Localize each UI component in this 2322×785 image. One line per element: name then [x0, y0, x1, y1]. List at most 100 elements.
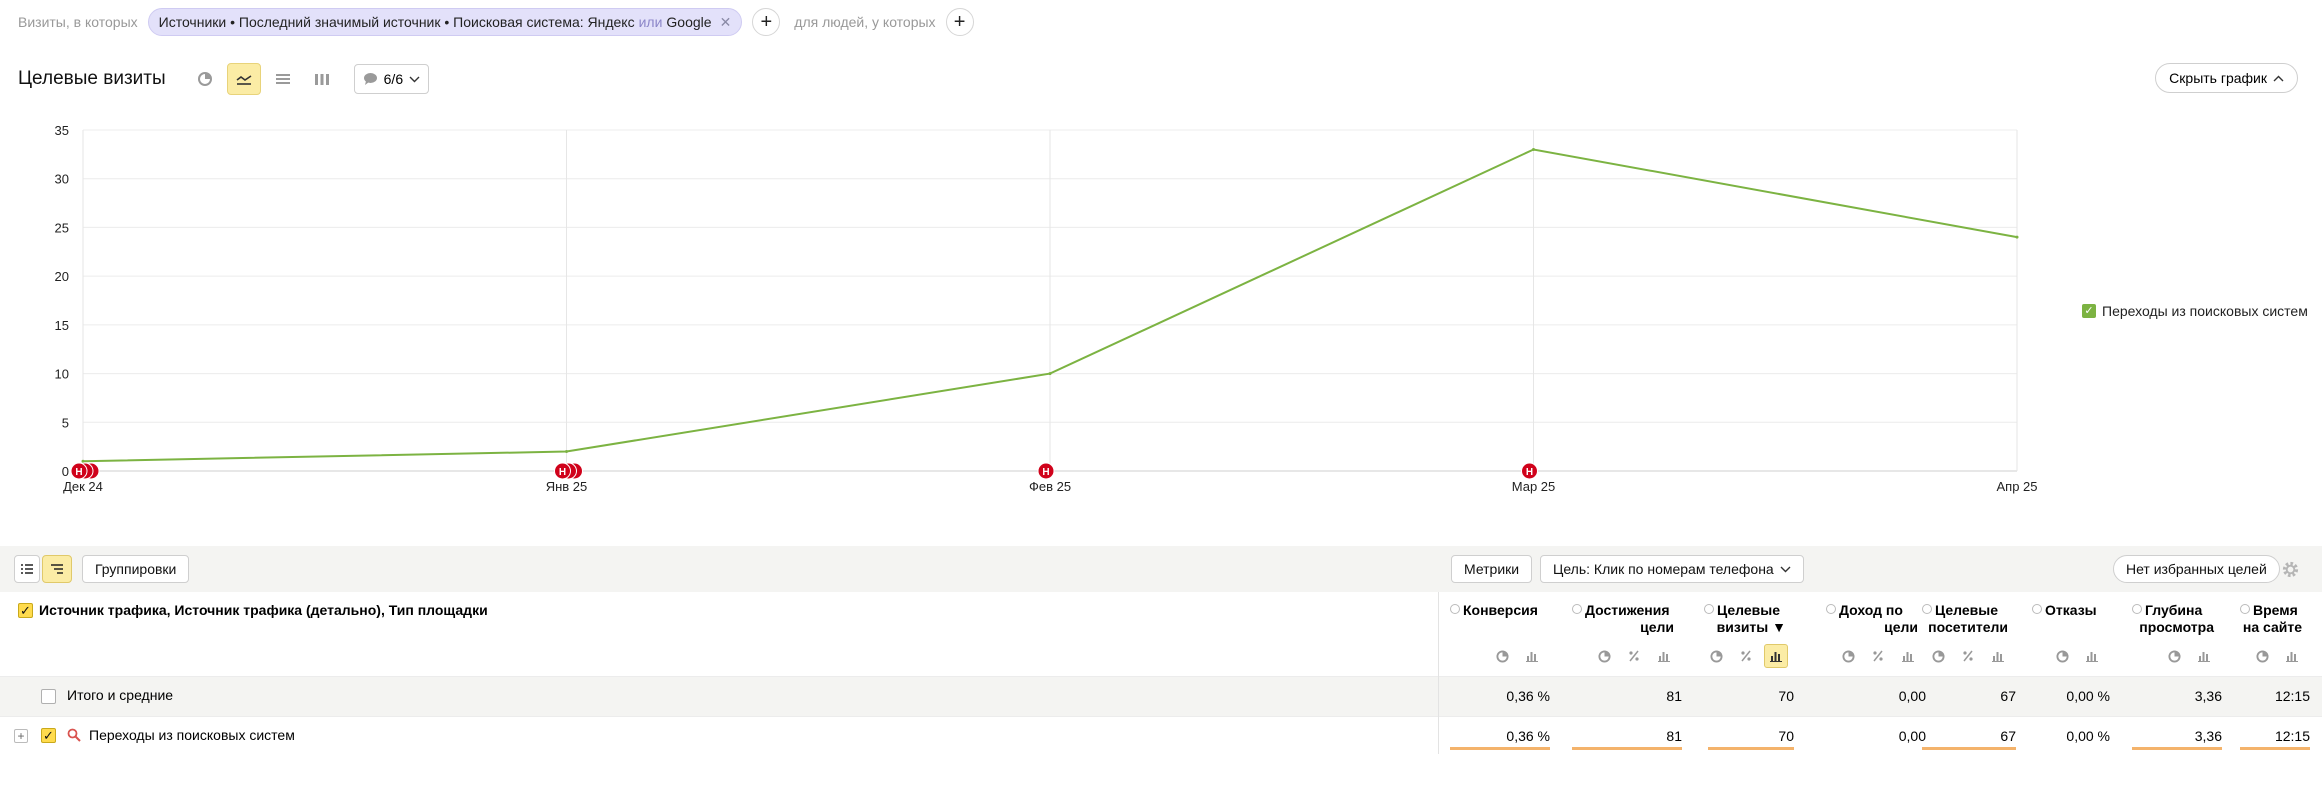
annotation-label: Н: [559, 467, 566, 478]
metric-header-line2: визиты ▼: [1716, 619, 1786, 635]
close-icon[interactable]: ✕: [720, 14, 732, 31]
metric-share-bar: [2240, 747, 2310, 750]
table-cell: 81: [1666, 728, 1682, 744]
bar-chart-icon[interactable]: [2280, 644, 2304, 668]
list-view-button[interactable]: [14, 555, 40, 583]
radio-icon[interactable]: [2240, 604, 2250, 614]
pie-chart-icon[interactable]: [1836, 644, 1860, 668]
metric-column-header[interactable]: Глубина просмотра: [2132, 602, 2214, 636]
pie-chart-icon[interactable]: [1490, 644, 1514, 668]
metric-header-line2: просмотра: [2139, 619, 2214, 635]
table-cell: 3,36: [2194, 688, 2222, 704]
data-point: [1532, 147, 1535, 151]
goal-select[interactable]: Цель: Клик по номерам телефона: [1540, 555, 1804, 583]
expand-row-button[interactable]: +: [14, 729, 28, 743]
favorite-goals-button[interactable]: Нет избранных целей: [2113, 555, 2280, 583]
row-checkbox[interactable]: ✓: [41, 728, 56, 743]
metrics-label: Метрики: [1464, 561, 1520, 577]
pie-chart-icon[interactable]: [2250, 644, 2274, 668]
add-people-condition-button[interactable]: +: [945, 8, 974, 36]
metrics-button[interactable]: Метрики: [1451, 555, 1533, 583]
bar-chart-icon[interactable]: [2080, 644, 2104, 668]
bar-chart-type-button[interactable]: [305, 63, 339, 95]
metric-column-header[interactable]: Целевые визиты ▼: [1704, 602, 1786, 636]
annotation-label: Н: [1042, 467, 1049, 478]
table-cell: 67: [2000, 688, 2016, 704]
radio-icon[interactable]: [1572, 604, 1582, 614]
hide-chart-button[interactable]: Скрыть график: [2155, 63, 2298, 93]
radio-icon[interactable]: [1704, 604, 1714, 614]
table-cell: 67: [2000, 728, 2016, 744]
checkbox-checked-icon[interactable]: ✓: [2082, 304, 2096, 318]
total-row-checkbox[interactable]: [41, 689, 56, 704]
row-label-wrap: Переходы из поисковых систем: [67, 727, 295, 743]
percent-icon[interactable]: [1866, 644, 1890, 668]
pie-chart-icon[interactable]: [1704, 644, 1728, 668]
pie-chart-icon[interactable]: [1592, 644, 1616, 668]
metric-column-header[interactable]: Отказы: [2032, 602, 2102, 619]
pie-chart-type-button[interactable]: [188, 63, 222, 95]
add-visit-condition-button[interactable]: +: [752, 8, 781, 36]
x-tick-label: Апр 25: [1996, 479, 2037, 494]
metric-header-line1: Достижения: [1585, 602, 1670, 618]
line-chart-icon: [236, 75, 252, 85]
bar-chart-icon[interactable]: [1986, 644, 2010, 668]
table-cell: 0,00 %: [2066, 688, 2110, 704]
tree-view-button[interactable]: [42, 555, 72, 583]
table-row[interactable]: + ✓ Переходы из поисковых систем 0,36 % 8…: [0, 716, 2322, 754]
groupings-button[interactable]: Группировки: [82, 555, 190, 583]
select-all-checkbox[interactable]: ✓: [18, 603, 33, 618]
table-cell: 12:15: [2274, 728, 2310, 744]
segment-filter-bar: Визиты, в которых Источники • Последний …: [0, 0, 2322, 44]
metric-column-header[interactable]: Целевые посетители: [1922, 602, 2008, 636]
radio-icon[interactable]: [2132, 604, 2142, 614]
chart-legend[interactable]: ✓ Переходы из поисковых систем: [2082, 303, 2308, 319]
radio-icon[interactable]: [2032, 604, 2042, 614]
pie-chart-icon: [197, 72, 212, 86]
comment-icon: [363, 73, 377, 85]
bar-chart-icon[interactable]: [1652, 644, 1676, 668]
metric-column-header[interactable]: Доход по цели: [1826, 602, 1918, 636]
table-header: ✓ Источник трафика, Источник трафика (де…: [0, 592, 2322, 676]
metric-view-toggles: [1592, 644, 1676, 668]
pie-chart-icon[interactable]: [2050, 644, 2074, 668]
percent-icon[interactable]: [1956, 644, 1980, 668]
metric-header-line2: на сайте: [2242, 619, 2302, 635]
metric-column-header[interactable]: Достижения цели: [1572, 602, 1674, 636]
bar-chart-icon[interactable]: [2192, 644, 2216, 668]
radio-icon[interactable]: [1450, 604, 1460, 614]
table-cell: 12:15: [2274, 688, 2310, 704]
bar-chart-icon: [314, 74, 329, 85]
percent-icon[interactable]: [1734, 644, 1758, 668]
bar-chart-icon[interactable]: [1520, 644, 1544, 668]
bar-chart-icon[interactable]: [1896, 644, 1920, 668]
pie-chart-icon[interactable]: [2162, 644, 2186, 668]
metric-column-header[interactable]: Конверсия: [1450, 602, 1542, 619]
table-cell: 0,36 %: [1506, 688, 1550, 704]
radio-icon[interactable]: [1922, 604, 1932, 614]
pie-chart-icon[interactable]: [1926, 644, 1950, 668]
y-tick-label: 10: [55, 367, 69, 382]
table-cell: 70: [1778, 688, 1794, 704]
report-table: ✓ Источник трафика, Источник трафика (де…: [0, 592, 2322, 754]
dimension-header: ✓ Источник трафика, Источник трафика (де…: [18, 602, 488, 618]
metric-share-bar: [1922, 747, 2016, 750]
line-chart-type-button[interactable]: [226, 63, 261, 95]
percent-icon[interactable]: [1622, 644, 1646, 668]
radio-icon[interactable]: [1826, 604, 1836, 614]
area-chart-type-button[interactable]: [266, 63, 300, 95]
data-point: [2015, 235, 2019, 239]
segment-chip[interactable]: Источники • Последний значимый источник …: [147, 8, 743, 36]
annotations-dropdown[interactable]: 6/6: [353, 64, 430, 94]
bar-chart-icon[interactable]: [1764, 644, 1788, 668]
table-cell: 0,00: [1898, 688, 1926, 704]
plus-icon: +: [953, 11, 966, 33]
metric-header-line2: посетители: [1928, 619, 2008, 635]
metric-column-header[interactable]: Время на сайте: [2240, 602, 2302, 636]
y-tick-label: 15: [55, 318, 69, 333]
y-tick-label: 25: [55, 220, 69, 235]
metric-share-bar: [1708, 747, 1794, 750]
gear-icon[interactable]: [2281, 560, 2300, 582]
segment-chip-text-2: Google: [666, 14, 712, 30]
x-tick-label: Мар 25: [1512, 479, 1556, 494]
